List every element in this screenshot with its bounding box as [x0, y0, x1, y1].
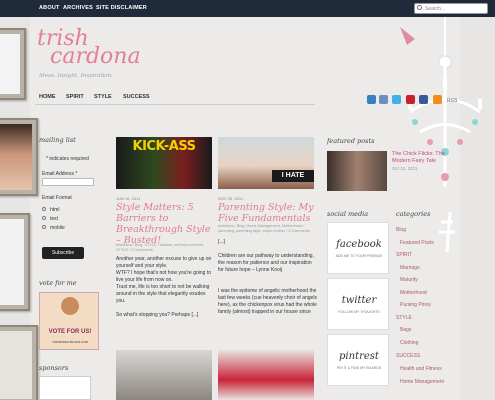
nav-divider [35, 104, 315, 105]
post-paragraph: Children are our pathway to understandin… [218, 253, 314, 273]
badge-subtitle: PIN IT & FIND MY BOARDS [336, 366, 382, 370]
pinterest-icon[interactable] [406, 95, 415, 104]
mailing-list-title: mailing list [39, 136, 76, 144]
format-mobile-radio[interactable] [42, 225, 46, 229]
post-image-shoes[interactable] [116, 350, 212, 400]
format-html-radio[interactable] [42, 207, 46, 211]
post-title[interactable]: Style Matters: 5 Barriers to Breakthroug… [116, 202, 216, 246]
post-date: NOV 25, 2011 [218, 196, 244, 201]
category-link[interactable]: Maturity [400, 277, 418, 283]
format-text-radio[interactable] [42, 216, 46, 220]
post-image-kickass[interactable]: KICK-ASS [116, 137, 212, 189]
social-media-title: social media [327, 210, 369, 218]
badge-subtitle: ADD ME TO YOUR FRIENDS [335, 254, 383, 258]
logo-text-line2[interactable]: cardona [50, 46, 141, 68]
rss-label: RSS [447, 98, 458, 104]
badge-subtitle: FOLLOW MY THOUGHTS [338, 310, 380, 314]
category-link[interactable]: Blog [396, 227, 406, 233]
category-link[interactable]: Clothing [400, 340, 418, 346]
nav-archives-link[interactable]: ARCHIVES [63, 5, 93, 11]
email-icon[interactable] [379, 95, 388, 104]
pinterest-badge[interactable]: pintrest PIN IT & FIND MY BOARDS [327, 334, 389, 386]
vote-title: vote for me [39, 279, 77, 287]
category-link[interactable]: Marriage [400, 265, 420, 271]
nav-home[interactable]: HOME [39, 94, 56, 100]
post-paragraph: WTF? I hope that's not how you're going … [116, 270, 212, 283]
post-paragraph: Trust me, life is too short to not be wa… [116, 284, 210, 304]
post-date: JUN 16, 2011 [116, 196, 141, 201]
photo-frame-2 [0, 213, 30, 311]
post-image-heels[interactable] [218, 350, 314, 400]
sponsor-ad[interactable] [39, 376, 91, 400]
post-image-caption: I HATE [272, 170, 314, 182]
search-input[interactable]: Search... [414, 3, 488, 14]
category-link[interactable]: SPIRIT [396, 252, 412, 258]
email-label: Email Address * [42, 171, 78, 177]
badge-title: facebook [336, 239, 382, 250]
featured-post-link[interactable]: The Chick Flicks: The Modern Fairy Tale [392, 151, 457, 165]
category-link[interactable]: Health and Fitness [400, 366, 442, 372]
frame-photo-2 [0, 219, 24, 305]
chandelier-decoration [400, 17, 482, 253]
subscribe-button[interactable]: Subscribe [42, 247, 84, 259]
category-link[interactable]: Home Management [400, 379, 444, 385]
facebook-badge[interactable]: facebook ADD ME TO YOUR FRIENDS [327, 222, 389, 274]
email-field[interactable] [42, 178, 94, 186]
post-meta: trishdana / Blog, STYLE / fashion, self-… [116, 243, 205, 252]
post-image-text: KICK-ASS [132, 139, 197, 154]
nav-style[interactable]: STYLE [94, 94, 112, 100]
portrait-frame [0, 118, 38, 196]
category-link[interactable]: Bags [400, 327, 411, 333]
vote-badge-text: VOTE FOR US! [48, 329, 92, 335]
format-label: Email Format [42, 195, 72, 201]
nav-success[interactable]: SUCCESS [123, 94, 150, 100]
twitter-badge[interactable]: twitter FOLLOW MY THOUGHTS [327, 278, 389, 330]
post-paragraph: I was the epitome of angelic motherhood … [218, 288, 317, 315]
post-paragraph: Another year, another excuse to give up … [116, 256, 212, 269]
vote-badge[interactable]: VOTE FOR US! TOPMOMMYBLOGS.COM [39, 292, 99, 350]
post-paragraph: [...] [218, 239, 225, 245]
top-bar: ABOUT ARCHIVES SITE DISCLAIMER Search... [0, 0, 495, 17]
post-meta: trishdana / Blog, Home Management, Mothe… [218, 224, 310, 233]
badge-title: twitter [341, 295, 377, 306]
post-paragraph: So what's stopping you? Perhaps [...] [116, 312, 199, 318]
category-link[interactable]: STYLE [396, 315, 412, 321]
tagline: Ideas. Insight. Inspiration. [39, 73, 113, 79]
frame-photo-3 [0, 331, 32, 399]
featured-image[interactable] [327, 151, 387, 191]
frame-photo [0, 34, 20, 94]
badge-title: pintrest [339, 351, 379, 362]
format-mobile-label: mobile [50, 225, 65, 231]
required-note: * indicates required [46, 156, 89, 162]
photo-frame-3 [0, 325, 38, 400]
sponsors-title: sponsors [39, 364, 69, 372]
facebook-icon[interactable] [419, 95, 428, 104]
featured-title: featured posts [327, 137, 375, 145]
category-link[interactable]: Pursing Pinoy [400, 302, 431, 308]
post-title[interactable]: Parenting Style: My Five Fundamentals [218, 202, 318, 224]
portrait-photo [0, 124, 32, 190]
category-link[interactable]: SUCCESS [396, 353, 420, 359]
format-text-label: text [50, 216, 59, 222]
vote-site-text: TOPMOMMYBLOGS.COM [51, 340, 89, 344]
nav-disclaimer-link[interactable]: SITE DISCLAIMER [96, 5, 147, 11]
vote-avatar [61, 297, 79, 315]
rss-icon[interactable] [433, 95, 442, 104]
photo-frame [0, 28, 26, 100]
nav-about-link[interactable]: ABOUT [39, 5, 60, 11]
twitter-icon[interactable] [392, 95, 401, 104]
category-link[interactable]: Motherhood [400, 290, 427, 296]
format-html-label: html [50, 207, 60, 213]
featured-date: Oct 12, 2011 [392, 166, 418, 171]
category-link[interactable]: Featured Posts [400, 240, 434, 246]
categories-title: categories [396, 210, 431, 218]
search-icon [417, 5, 422, 10]
nav-spirit[interactable]: SPIRIT [66, 94, 84, 100]
delicious-icon[interactable] [367, 95, 376, 104]
post-image-baby[interactable]: I HATE [218, 137, 314, 189]
